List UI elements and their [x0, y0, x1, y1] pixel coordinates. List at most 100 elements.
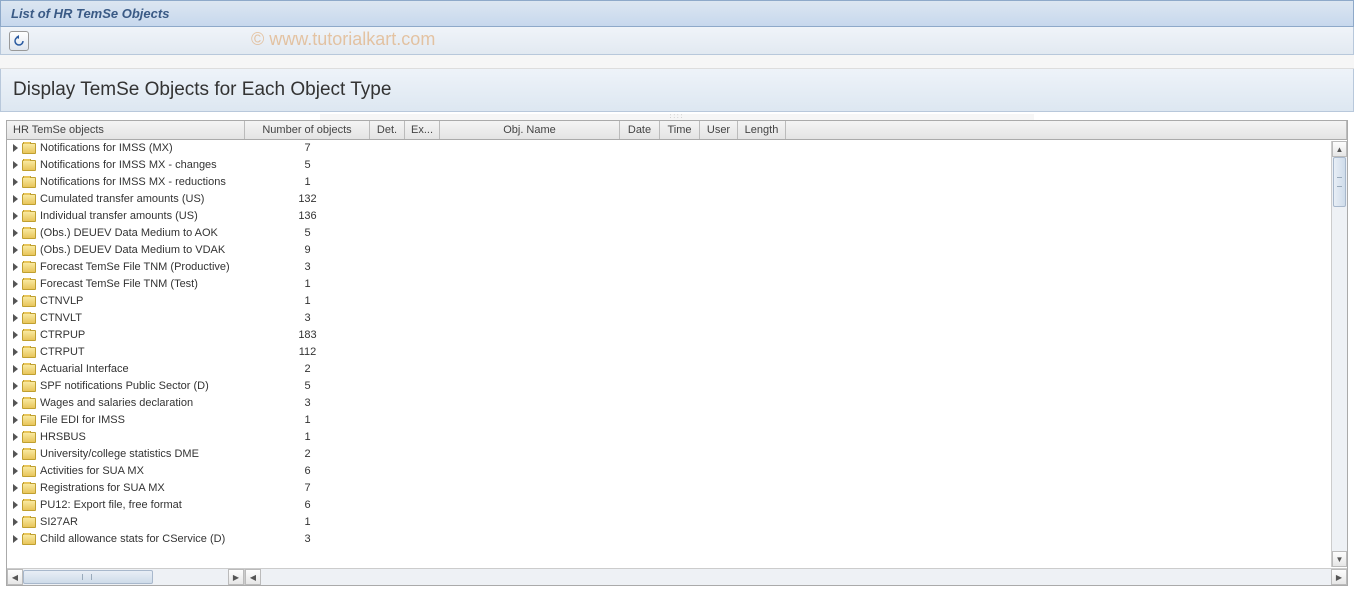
tree-cell[interactable]: Notifications for IMSS MX - changes [7, 159, 245, 171]
hscroll-left-arrow[interactable]: ◀ [7, 569, 23, 585]
expand-icon[interactable] [13, 484, 18, 492]
expand-icon[interactable] [13, 178, 18, 186]
tree-cell[interactable]: File EDI for IMSS [7, 414, 245, 426]
row-count: 6 [245, 465, 370, 477]
table-row[interactable]: Forecast TemSe File TNM (Productive)3 [7, 259, 1347, 276]
hscroll-right-track[interactable] [261, 569, 1331, 585]
tree-cell[interactable]: Notifications for IMSS MX - reductions [7, 176, 245, 188]
expand-icon[interactable] [13, 331, 18, 339]
hscroll-left-pane[interactable]: ◀ ▶ [7, 569, 245, 585]
hscroll-right-left-arrow[interactable]: ◀ [245, 569, 261, 585]
tree-cell[interactable]: Forecast TemSe File TNM (Test) [7, 278, 245, 290]
expand-icon[interactable] [13, 246, 18, 254]
tree-cell[interactable]: Forecast TemSe File TNM (Productive) [7, 261, 245, 273]
hscroll-left-track[interactable] [23, 569, 228, 585]
table-row[interactable]: CTRPUT112 [7, 344, 1347, 361]
expand-icon[interactable] [13, 144, 18, 152]
tree-cell[interactable]: (Obs.) DEUEV Data Medium to AOK [7, 227, 245, 239]
scroll-down-arrow[interactable]: ▼ [1332, 551, 1347, 567]
expand-icon[interactable] [13, 450, 18, 458]
col-header-date[interactable]: Date [620, 121, 660, 139]
expand-icon[interactable] [13, 297, 18, 305]
table-row[interactable]: SI27AR1 [7, 514, 1347, 531]
tree-cell[interactable]: Activities for SUA MX [7, 465, 245, 477]
table-row[interactable]: SPF notifications Public Sector (D)5 [7, 378, 1347, 395]
tree-cell[interactable]: CTNVLP [7, 295, 245, 307]
table-row[interactable]: Notifications for IMSS MX - reductions1 [7, 174, 1347, 191]
table-row[interactable]: Forecast TemSe File TNM (Test)1 [7, 276, 1347, 293]
expand-icon[interactable] [13, 263, 18, 271]
expand-icon[interactable] [13, 195, 18, 203]
col-header-length[interactable]: Length [738, 121, 786, 139]
table-row[interactable]: Registrations for SUA MX7 [7, 480, 1347, 497]
expand-icon[interactable] [13, 501, 18, 509]
table-row[interactable]: Wages and salaries declaration3 [7, 395, 1347, 412]
watermark: © www.tutorialkart.com [251, 29, 435, 50]
expand-icon[interactable] [13, 280, 18, 288]
tree-cell[interactable]: CTRPUT [7, 346, 245, 358]
expand-icon[interactable] [13, 229, 18, 237]
table-row[interactable]: CTNVLP1 [7, 293, 1347, 310]
scroll-track[interactable] [1332, 157, 1347, 551]
tree-cell[interactable]: CTRPUP [7, 329, 245, 341]
expand-icon[interactable] [13, 433, 18, 441]
tree-cell[interactable]: CTNVLT [7, 312, 245, 324]
expand-icon[interactable] [13, 348, 18, 356]
tree-cell[interactable]: PU12: Export file, free format [7, 499, 245, 511]
expand-icon[interactable] [13, 518, 18, 526]
hscroll-right-right-arrow[interactable]: ▶ [1331, 569, 1347, 585]
tree-cell[interactable]: Wages and salaries declaration [7, 397, 245, 409]
expand-icon[interactable] [13, 365, 18, 373]
table-row[interactable]: University/college statistics DME2 [7, 446, 1347, 463]
tree-cell[interactable]: Child allowance stats for CService (D) [7, 533, 245, 545]
table-row[interactable]: Notifications for IMSS MX - changes5 [7, 157, 1347, 174]
table-row[interactable]: Actuarial Interface2 [7, 361, 1347, 378]
table-row[interactable]: HRSBUS1 [7, 429, 1347, 446]
row-label: University/college statistics DME [40, 448, 199, 460]
col-header-ex[interactable]: Ex... [405, 121, 440, 139]
table-row[interactable]: Notifications for IMSS (MX)7 [7, 140, 1347, 157]
refresh-button[interactable] [9, 31, 29, 51]
col-header-name[interactable]: HR TemSe objects [7, 121, 245, 139]
tree-cell[interactable]: Notifications for IMSS (MX) [7, 142, 245, 154]
tree-cell[interactable]: SI27AR [7, 516, 245, 528]
hscroll-left-right-arrow[interactable]: ▶ [228, 569, 244, 585]
col-header-det[interactable]: Det. [370, 121, 405, 139]
tree-cell[interactable]: SPF notifications Public Sector (D) [7, 380, 245, 392]
expand-icon[interactable] [13, 416, 18, 424]
tree-cell[interactable]: Cumulated transfer amounts (US) [7, 193, 245, 205]
tree-cell[interactable]: Individual transfer amounts (US) [7, 210, 245, 222]
tree-cell[interactable]: (Obs.) DEUEV Data Medium to VDAK [7, 244, 245, 256]
scroll-thumb[interactable] [1333, 157, 1346, 207]
expand-icon[interactable] [13, 535, 18, 543]
tree-cell[interactable]: Actuarial Interface [7, 363, 245, 375]
expand-icon[interactable] [13, 467, 18, 475]
table-row[interactable]: File EDI for IMSS1 [7, 412, 1347, 429]
table-row[interactable]: Activities for SUA MX6 [7, 463, 1347, 480]
table-row[interactable]: CTRPUP183 [7, 327, 1347, 344]
col-header-number[interactable]: Number of objects [245, 121, 370, 139]
table-row[interactable]: (Obs.) DEUEV Data Medium to AOK5 [7, 225, 1347, 242]
col-header-time[interactable]: Time [660, 121, 700, 139]
expand-icon[interactable] [13, 382, 18, 390]
scroll-up-arrow[interactable]: ▲ [1332, 141, 1347, 157]
table-row[interactable]: Cumulated transfer amounts (US)132 [7, 191, 1347, 208]
expand-icon[interactable] [13, 161, 18, 169]
expand-icon[interactable] [13, 212, 18, 220]
table-row[interactable]: (Obs.) DEUEV Data Medium to VDAK9 [7, 242, 1347, 259]
table-row[interactable]: Individual transfer amounts (US)136 [7, 208, 1347, 225]
tree-cell[interactable]: University/college statistics DME [7, 448, 245, 460]
table-row[interactable]: PU12: Export file, free format6 [7, 497, 1347, 514]
hscroll-right-pane[interactable]: ◀ ▶ [245, 569, 1347, 585]
table-row[interactable]: Child allowance stats for CService (D)3 [7, 531, 1347, 548]
col-header-obj[interactable]: Obj. Name [440, 121, 620, 139]
tree-cell[interactable]: HRSBUS [7, 431, 245, 443]
expand-icon[interactable] [13, 314, 18, 322]
expand-icon[interactable] [13, 399, 18, 407]
folder-icon [22, 177, 36, 188]
col-header-user[interactable]: User [700, 121, 738, 139]
vertical-scrollbar[interactable]: ▲ ▼ [1331, 141, 1347, 567]
table-row[interactable]: CTNVLT3 [7, 310, 1347, 327]
hscroll-left-thumb[interactable] [23, 570, 153, 584]
tree-cell[interactable]: Registrations for SUA MX [7, 482, 245, 494]
